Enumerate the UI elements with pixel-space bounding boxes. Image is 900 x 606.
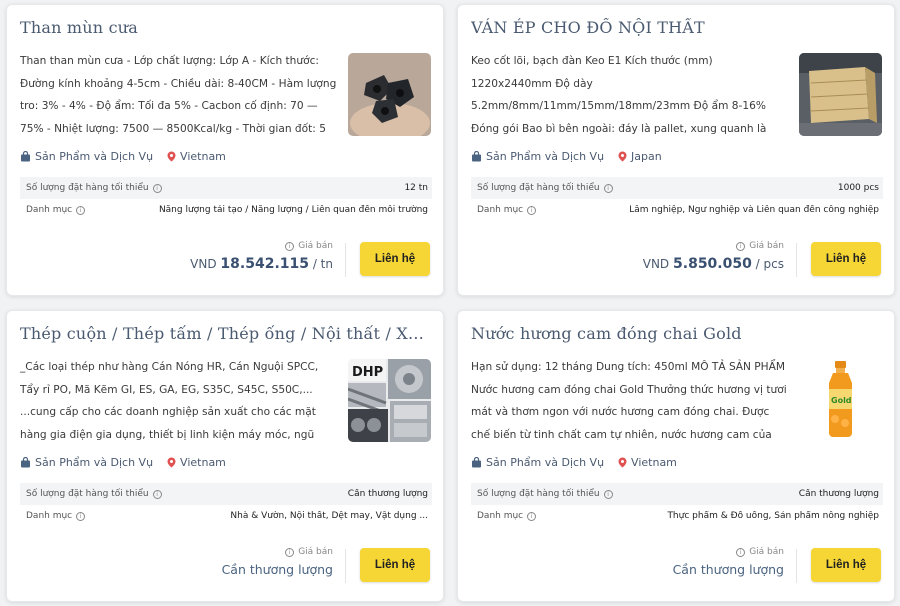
- product-card[interactable]: VÁN ÉP CHO ĐỒ NỘI THẤT Keo cốt lõi, bạch…: [457, 4, 895, 296]
- product-spec-table: Số lượng đặt hàng tối thiểu i 1000 pcs Da…: [471, 177, 883, 221]
- product-meta: Sản Phẩm và Dịch Vụ Vietnam: [20, 148, 226, 164]
- moq-value: 1000 pcs: [837, 183, 879, 193]
- bag-icon: [21, 456, 30, 467]
- product-image-orange-juice[interactable]: Gold: [799, 359, 882, 442]
- map-pin-icon: [167, 151, 176, 161]
- price-area: i Giá bán VND 5.850.050 / pcs: [642, 241, 784, 272]
- product-card[interactable]: Thép cuộn / Thép tấm / Thép ống / Nội th…: [6, 310, 444, 602]
- category-row: Danh mục i Nhà & Vườn, Nội thất, Dệt may,…: [26, 511, 428, 521]
- moq-value: 12 tn: [404, 183, 428, 193]
- price-value: VND 18.542.115 / tn: [190, 256, 333, 272]
- product-image-steel[interactable]: DHP: [348, 359, 431, 442]
- product-spec-table: Số lượng đặt hàng tối thiểu i Cần thương …: [20, 483, 432, 527]
- price-value: Cần thương lượng: [672, 562, 784, 577]
- product-card[interactable]: Than mùn cưa Than than mùn cưa - Lớp chấ…: [6, 4, 444, 296]
- product-country: Vietnam: [167, 150, 226, 163]
- bag-icon: [472, 456, 481, 467]
- moq-row: Số lượng đặt hàng tối thiểu i Cần thương …: [20, 483, 432, 505]
- category-row: Danh mục i Thực phẩm & Đồ uống, Sản phẩm …: [477, 511, 879, 521]
- map-pin-icon: [618, 457, 627, 467]
- info-icon[interactable]: i: [527, 205, 537, 215]
- product-country: Vietnam: [618, 456, 677, 469]
- moq-row: Số lượng đặt hàng tối thiểu i 1000 pcs: [471, 177, 883, 199]
- price-area: i Giá bán Cần thương lượng: [672, 547, 784, 577]
- product-title[interactable]: VÁN ÉP CHO ĐỒ NỘI THẤT: [471, 18, 883, 37]
- contact-button[interactable]: Liên hệ: [360, 242, 430, 276]
- contact-button[interactable]: Liên hệ: [811, 242, 881, 276]
- product-country: Japan: [618, 150, 662, 163]
- info-icon[interactable]: i: [152, 489, 162, 499]
- divider: [796, 243, 797, 277]
- product-type: Sản Phẩm và Dịch Vụ: [471, 456, 604, 469]
- product-title[interactable]: Than mùn cưa: [20, 18, 432, 37]
- divider: [345, 549, 346, 583]
- product-type: Sản Phẩm và Dịch Vụ: [20, 456, 153, 469]
- product-type: Sản Phẩm và Dịch Vụ: [471, 150, 604, 163]
- contact-button[interactable]: Liên hệ: [811, 548, 881, 582]
- info-icon[interactable]: i: [285, 241, 295, 251]
- category-value[interactable]: Thực phẩm & Đồ uống, Sản phẩm nông nghiệ…: [667, 511, 879, 521]
- product-meta: Sản Phẩm và Dịch Vụ Vietnam: [471, 454, 677, 470]
- category-value[interactable]: Năng lượng tái tạo / Năng lượng / Liên q…: [159, 205, 428, 215]
- info-icon[interactable]: i: [736, 241, 746, 251]
- product-spec-table: Số lượng đặt hàng tối thiểu i 12 tn Danh …: [20, 177, 432, 221]
- price-value: Cần thương lượng: [221, 562, 333, 577]
- moq-row: Số lượng đặt hàng tối thiểu i 12 tn: [20, 177, 432, 199]
- product-country: Vietnam: [167, 456, 226, 469]
- price-area: i Giá bán VND 18.542.115 / tn: [190, 241, 333, 272]
- bag-icon: [21, 150, 30, 161]
- map-pin-icon: [618, 151, 627, 161]
- bag-icon: [472, 150, 481, 161]
- info-icon[interactable]: i: [527, 511, 537, 521]
- product-card[interactable]: Nước hương cam đóng chai Gold Hạn sử dụn…: [457, 310, 895, 602]
- map-pin-icon: [167, 457, 176, 467]
- info-icon[interactable]: i: [736, 547, 746, 557]
- category-value[interactable]: Lâm nghiệp, Ngư nghiệp và Liên quan đến …: [629, 205, 879, 215]
- category-row: Danh mục i Năng lượng tái tạo / Năng lượn…: [26, 205, 428, 215]
- divider: [796, 549, 797, 583]
- product-description: Keo cốt lõi, bạch đàn Keo E1 Kích thước …: [471, 55, 767, 135]
- product-description: Hạn sử dụng: 12 tháng Dung tích: 450ml M…: [471, 361, 787, 441]
- product-type: Sản Phẩm và Dịch Vụ: [20, 150, 153, 163]
- info-icon[interactable]: i: [152, 183, 162, 193]
- product-title[interactable]: Nước hương cam đóng chai Gold: [471, 324, 883, 343]
- product-title[interactable]: Thép cuộn / Thép tấm / Thép ống / Nội th…: [20, 324, 432, 343]
- moq-value: Cần thương lượng: [798, 489, 879, 499]
- product-image-logo: DHP: [352, 365, 383, 380]
- product-image-charcoal[interactable]: [348, 53, 431, 136]
- info-icon[interactable]: i: [76, 205, 86, 215]
- product-spec-table: Số lượng đặt hàng tối thiểu i Cần thương …: [471, 483, 883, 527]
- contact-button[interactable]: Liên hệ: [360, 548, 430, 582]
- category-value[interactable]: Nhà & Vườn, Nội thất, Dệt may, Vật dụng …: [230, 511, 428, 521]
- product-image-plywood[interactable]: [799, 53, 882, 136]
- moq-row: Số lượng đặt hàng tối thiểu i Cần thương …: [471, 483, 883, 505]
- product-image-label: Gold: [831, 396, 852, 405]
- info-icon[interactable]: i: [285, 547, 295, 557]
- product-description: _Các loại thép như hàng Cán Nóng HR, Cán…: [20, 361, 319, 441]
- price-area: i Giá bán Cần thương lượng: [221, 547, 333, 577]
- moq-value: Cần thương lượng: [347, 489, 428, 499]
- category-row: Danh mục i Lâm nghiệp, Ngư nghiệp và Liên…: [477, 205, 879, 215]
- divider: [345, 243, 346, 277]
- info-icon[interactable]: i: [76, 511, 86, 521]
- product-description: Than than mùn cưa - Lớp chất lượng: Lớp …: [20, 55, 337, 135]
- price-value: VND 5.850.050 / pcs: [642, 256, 784, 272]
- info-icon[interactable]: i: [603, 489, 613, 499]
- product-meta: Sản Phẩm và Dịch Vụ Japan: [471, 148, 662, 164]
- info-icon[interactable]: i: [603, 183, 613, 193]
- product-meta: Sản Phẩm và Dịch Vụ Vietnam: [20, 454, 226, 470]
